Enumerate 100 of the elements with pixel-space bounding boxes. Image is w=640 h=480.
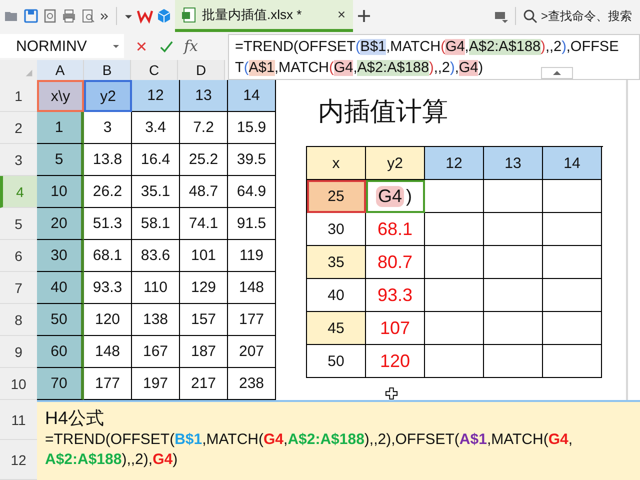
empty-table-cell	[425, 246, 484, 279]
insert-function-button[interactable]: fx	[184, 37, 198, 55]
table-cell: 148	[84, 336, 132, 368]
table-cell: 51.3	[84, 208, 132, 240]
editing-cell[interactable]: G4 )	[366, 180, 425, 213]
cube-icon[interactable]	[156, 8, 172, 24]
empty-table-cell	[425, 180, 484, 213]
dropdown-caret-icon	[112, 42, 120, 50]
table-cell: 120	[366, 345, 425, 378]
table-cell: 50	[307, 345, 366, 378]
table-cell: 25.2	[180, 144, 228, 176]
empty-table-cell	[484, 246, 543, 279]
table-cell: 74.1	[180, 208, 228, 240]
file-tab[interactable]: 批量内插值.xlsx *	[175, 0, 353, 32]
table-cell: 207	[228, 336, 276, 368]
table-cell: 15.9	[228, 112, 276, 144]
table-cell: 30	[307, 213, 366, 246]
empty-table-cell	[484, 345, 543, 378]
table-cell: 14	[228, 80, 276, 112]
table-cell: 40	[307, 279, 366, 312]
empty-table-cell	[484, 180, 543, 213]
table-cell: 16.4	[132, 144, 180, 176]
table-cell: 13	[180, 80, 228, 112]
print-preview-icon[interactable]	[80, 8, 96, 24]
table-cell: 1	[37, 112, 84, 144]
column-heading: x	[307, 147, 366, 180]
empty-table-cell	[425, 279, 484, 312]
document-icon[interactable]	[42, 8, 58, 24]
table-cell: 20	[37, 208, 84, 240]
new-tab-plus-icon[interactable]	[356, 8, 372, 24]
table-cell: y2	[84, 80, 132, 112]
table-cell: 107	[366, 312, 425, 345]
table-cell: 167	[132, 336, 180, 368]
table-cell: 45	[307, 312, 366, 345]
column-heading: 12	[425, 147, 484, 180]
table-cell: 68.1	[84, 240, 132, 272]
table-cell: x\y	[37, 80, 84, 112]
table-cell: 157	[180, 304, 228, 336]
empty-table-cell	[543, 213, 602, 246]
column-heading: y2	[366, 147, 425, 180]
empty-table-cell	[543, 246, 602, 279]
table-cell: 39.5	[228, 144, 276, 176]
table-cell: 58.1	[132, 208, 180, 240]
save-icon[interactable]	[23, 8, 39, 24]
empty-table-cell	[543, 312, 602, 345]
collapse-handle-icon[interactable]	[541, 67, 573, 79]
table-cell: 138	[132, 304, 180, 336]
formula-text: =TREND(OFFSET(B$1,MATCH(G4,A$2:A$188),,2),OFFSET(A$1,MATCH(G4,	[45, 430, 574, 450]
formula-field[interactable]: =TREND(OFFSET(B$1,MATCH(G4,A$2:A$188),,2),OFFSE T(A$1,MATCH(G4,A$2:A$188),,2),G4)	[228, 34, 640, 80]
table-cell: 3	[84, 112, 132, 144]
table-cell: 40	[37, 272, 84, 304]
empty-table-cell	[543, 345, 602, 378]
empty-table-cell	[425, 213, 484, 246]
empty-table-cell	[484, 312, 543, 345]
table-cell: 25	[307, 180, 366, 213]
table-cell: 64.9	[228, 176, 276, 208]
table-cell: 119	[228, 240, 276, 272]
table-cell: 35.1	[132, 176, 180, 208]
column-header[interactable]: A	[37, 60, 84, 80]
table-cell: 101	[180, 240, 228, 272]
table-cell: 93.3	[366, 279, 425, 312]
note-title: H4公式	[45, 407, 106, 430]
column-header[interactable]: D	[178, 60, 225, 80]
table-cell: 187	[180, 336, 228, 368]
table-cell: 60	[37, 336, 84, 368]
empty-table-cell	[543, 279, 602, 312]
table-cell: 177	[228, 304, 276, 336]
table-cell: 129	[180, 272, 228, 304]
table-cell: 3.4	[132, 112, 180, 144]
search-field[interactable]: >查找命令、搜索	[522, 8, 640, 24]
table-cell: 93.3	[84, 272, 132, 304]
cursor-icon	[385, 387, 398, 400]
table-cell: 5	[37, 144, 84, 176]
table-cell: 30	[37, 240, 84, 272]
table-cell: 12	[132, 80, 180, 112]
name-box[interactable]: NORMINV	[0, 34, 124, 58]
table-cell: 120	[84, 304, 132, 336]
table-cell: 148	[228, 272, 276, 304]
spreadsheet-file-icon	[181, 6, 197, 22]
table-cell: 50	[37, 304, 84, 336]
search-icon	[522, 8, 538, 24]
table-cell: 26.2	[84, 176, 132, 208]
print-icon[interactable]	[61, 8, 77, 24]
confirm-icon[interactable]	[159, 38, 174, 54]
table-cell: 10	[37, 176, 84, 208]
empty-table-cell	[484, 213, 543, 246]
empty-table-cell	[425, 345, 484, 378]
table-cell: 70	[37, 368, 84, 400]
table-cell: 7.2	[180, 112, 228, 144]
column-header[interactable]: C	[131, 60, 178, 80]
table-cell: 13.8	[84, 144, 132, 176]
column-header[interactable]: B	[84, 60, 131, 80]
close-icon[interactable]	[336, 9, 347, 20]
panel-title: 内插值计算	[318, 95, 449, 128]
table-cell: 91.5	[228, 208, 276, 240]
table-cell: 80.7	[366, 246, 425, 279]
more-icon[interactable]	[99, 10, 110, 22]
formula-text: A$2:A$188),,2),G4)	[45, 450, 179, 470]
app-logo-icon[interactable]	[137, 8, 153, 24]
empty-table-cell	[484, 279, 543, 312]
